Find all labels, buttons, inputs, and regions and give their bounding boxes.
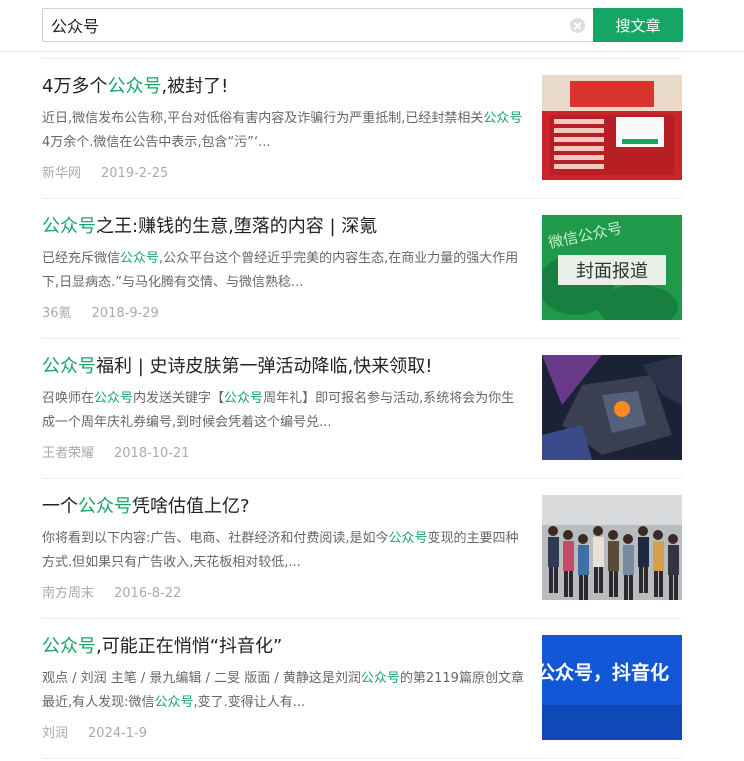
results-list: 4万多个公众号,被封了! 近日,微信发布公告称,平台对低俗有害内容及诈骗行为严重抵… (42, 58, 682, 759)
result-date: 2018-9-29 (91, 306, 159, 321)
result-date: 2019-2-25 (101, 166, 169, 181)
text-segment: 4万余个.微信在公告中表示,包含“污”‘... (42, 135, 271, 150)
result-summary: 召唤师在公众号内发送关键字【公众号周年礼】即可报名参与活动,系统将会为你生成一个… (42, 387, 524, 435)
result-meta: 南方周末 2016-8-22 (42, 585, 181, 603)
result-meta: 36氪 2018-9-29 (42, 305, 159, 323)
result-summary: 观点 / 刘润 主笔 / 景九编辑 / 二旻 版面 / 黄静这是刘润公众号的第2… (42, 667, 524, 715)
result-title[interactable]: 公众号,可能正在悄悄“抖音化” (42, 635, 522, 659)
keyword-highlight: 公众号 (120, 251, 160, 266)
text-segment: ,变了.变得让人有... (193, 695, 306, 710)
result-item: 公众号,可能正在悄悄“抖音化” 观点 / 刘润 主笔 / 景九编辑 / 二旻 版面… (42, 619, 682, 759)
blue-banner-thumbnail[interactable]: 公众号，抖音化 (542, 635, 682, 740)
keyword-highlight: 公众号 (483, 111, 523, 126)
game-robot-thumbnail[interactable] (542, 355, 682, 460)
text-segment: ,可能正在悄悄“抖音化” (96, 636, 283, 657)
result-item: 公众号之王:赚钱的生意,堕落的内容 | 深氪 已经充斥微信公众号,公众平台这个曾经… (42, 199, 682, 339)
wechat-cover-thumbnail[interactable]: 封面报道 微信公众号 (542, 215, 682, 320)
result-source[interactable]: 新华网 (42, 166, 81, 181)
result-meta: 王者荣耀 2018-10-21 (42, 445, 190, 463)
text-segment: ,被封了! (161, 76, 229, 97)
keyword-highlight: 公众号 (224, 391, 264, 406)
result-meta: 刘润 2024-1-9 (42, 725, 147, 743)
result-title[interactable]: 一个公众号凭啥估值上亿? (42, 495, 522, 519)
text-segment: 召唤师在 (42, 391, 95, 406)
text-segment: 一个 (42, 496, 78, 517)
keyword-highlight: 公众号 (154, 695, 194, 710)
result-item: 4万多个公众号,被封了! 近日,微信发布公告称,平台对低俗有害内容及诈骗行为严重抵… (42, 59, 682, 199)
search-bar: 搜文章 (0, 0, 744, 52)
text-segment: 近日,微信发布公告称,平台对低俗有害内容及诈骗行为严重抵制,已经封禁相关 (42, 111, 484, 126)
result-source[interactable]: 刘润 (42, 726, 68, 741)
clear-icon[interactable] (570, 18, 585, 33)
keyword-highlight: 公众号 (78, 496, 132, 517)
result-summary: 近日,微信发布公告称,平台对低俗有害内容及诈骗行为严重抵制,已经封禁相关公众号 4… (42, 107, 524, 155)
svg-text:封面报道: 封面报道 (576, 261, 648, 282)
result-date: 2018-10-21 (114, 446, 190, 461)
keyword-highlight: 公众号 (42, 216, 96, 237)
result-source[interactable]: 36氪 (42, 306, 72, 321)
result-title[interactable]: 公众号之王:赚钱的生意,堕落的内容 | 深氪 (42, 215, 522, 239)
result-date: 2016-8-22 (114, 586, 182, 601)
search-button[interactable]: 搜文章 (593, 8, 683, 42)
text-segment: 之王:赚钱的生意,堕落的内容 | 深氪 (96, 216, 378, 237)
keyword-highlight: 公众号 (388, 531, 428, 546)
text-segment: 已经充斥微信 (42, 251, 121, 266)
result-meta: 新华网 2019-2-25 (42, 165, 168, 183)
result-item: 一个公众号凭啥估值上亿? 你将看到以下内容:广告、电商、社群经济和付费阅读,是如今… (42, 479, 682, 619)
search-box (42, 8, 594, 42)
result-source[interactable]: 南方周末 (42, 586, 94, 601)
text-segment: 凭啥估值上亿? (132, 496, 250, 517)
result-date: 2024-1-9 (88, 726, 148, 741)
result-title[interactable]: 公众号福利 | 史诗皮肤第一弹活动降临,快来领取! (42, 355, 522, 379)
text-segment: 你将看到以下内容:广告、电商、社群经济和付费阅读,是如今 (42, 531, 389, 546)
red-promo-thumbnail[interactable] (542, 75, 682, 180)
text-segment: 内发送关键字【 (133, 391, 225, 406)
svg-text:公众号，抖音化: 公众号，抖音化 (542, 661, 669, 684)
keyword-highlight: 公众号 (360, 671, 400, 686)
crowd-photo-thumbnail[interactable] (542, 495, 682, 600)
result-title[interactable]: 4万多个公众号,被封了! (42, 75, 522, 99)
result-summary: 已经充斥微信公众号,公众平台这个曾经近乎完美的内容生态,在商业力量的强大作用下,… (42, 247, 524, 295)
result-summary: 你将看到以下内容:广告、电商、社群经济和付费阅读,是如今公众号变现的主要四种方式… (42, 527, 524, 575)
keyword-highlight: 公众号 (42, 356, 96, 377)
search-input[interactable] (43, 9, 563, 41)
keyword-highlight: 公众号 (94, 391, 134, 406)
keyword-highlight: 公众号 (107, 76, 162, 97)
result-item: 公众号福利 | 史诗皮肤第一弹活动降临,快来领取! 召唤师在公众号内发送关键字【公… (42, 339, 682, 479)
text-segment: 福利 | 史诗皮肤第一弹活动降临,快来领取! (96, 356, 433, 377)
result-source[interactable]: 王者荣耀 (42, 446, 94, 461)
text-segment: 4万多个 (42, 76, 108, 97)
keyword-highlight: 公众号 (42, 636, 96, 657)
text-segment: 观点 / 刘润 主笔 / 景九编辑 / 二旻 版面 / 黄静这是刘润 (42, 671, 361, 686)
